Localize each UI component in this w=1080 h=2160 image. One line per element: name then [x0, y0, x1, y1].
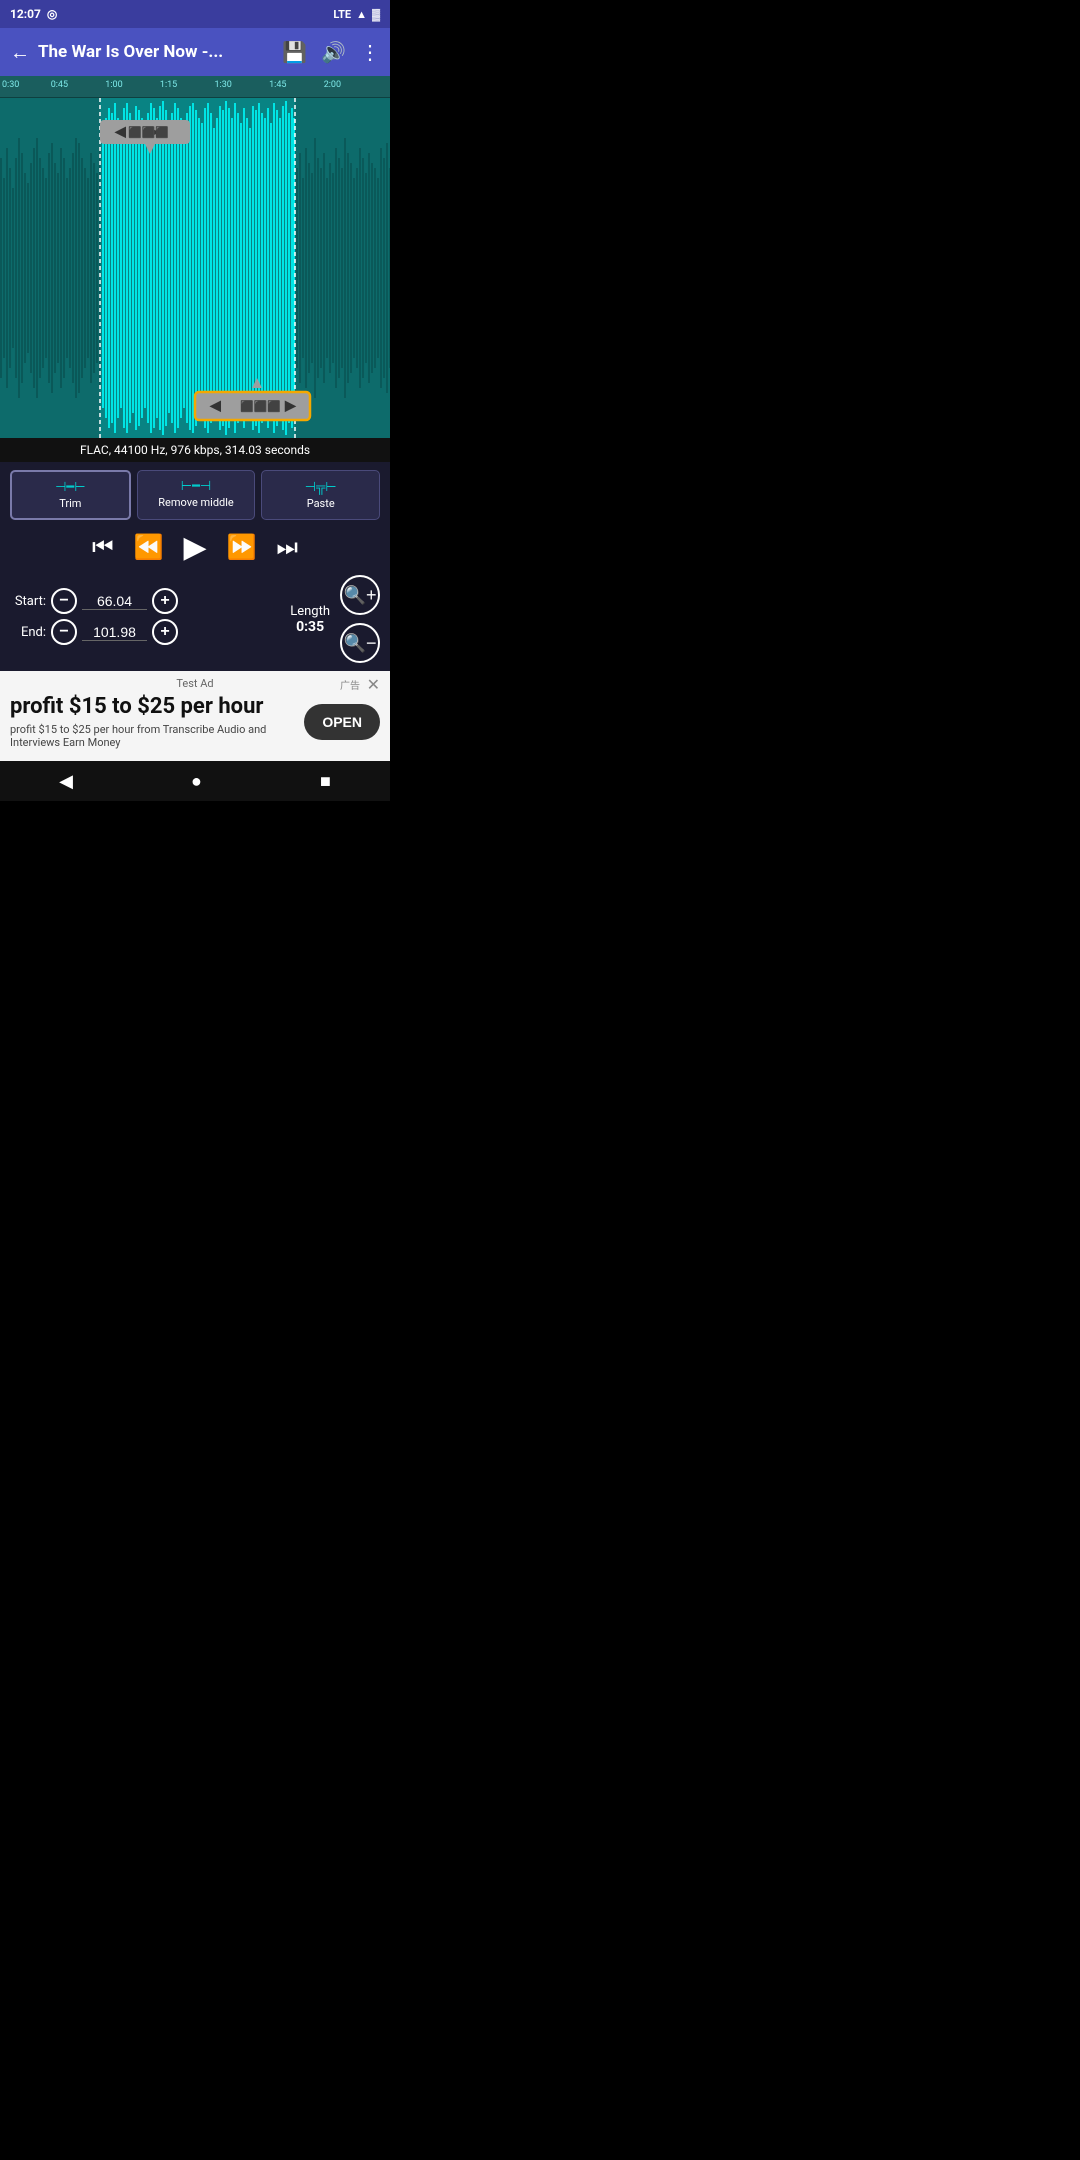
- audio-info-text: FLAC, 44100 Hz, 976 kbps, 314.03 seconds: [80, 443, 310, 457]
- status-bar-right: LTE ▲ ▓: [333, 8, 380, 21]
- start-row: Start: − +: [10, 588, 284, 614]
- ruler-tick-4: 1:30: [215, 80, 232, 90]
- volume-button[interactable]: 🔊: [321, 40, 346, 64]
- top-bar: ← The War Is Over Now -... 💾 🔊 ⋮: [0, 28, 390, 76]
- status-bar-left: 12:07 ◎: [10, 7, 57, 21]
- lte-label: LTE: [333, 8, 351, 21]
- ad-headline: profit $15 to $25 per hour: [10, 694, 294, 720]
- ruler-tick-3: 1:15: [160, 80, 177, 90]
- save-button[interactable]: 💾: [282, 40, 307, 64]
- trim-label: Trim: [59, 497, 81, 510]
- skip-to-start-button[interactable]: ⏮: [92, 534, 114, 562]
- trim-icon: ⊣━⊢: [16, 480, 125, 495]
- battery-icon: ▓: [372, 8, 380, 21]
- recents-nav-button[interactable]: ■: [320, 771, 331, 792]
- signal-icon: ▲: [356, 8, 367, 21]
- rewind-button[interactable]: ⏪: [134, 533, 164, 562]
- start-end-section: Start: − + End: − + Length 0:35 🔍+ 🔍−: [10, 575, 380, 663]
- info-bar: FLAC, 44100 Hz, 976 kbps, 314.03 seconds: [0, 438, 390, 462]
- svg-text:◀: ◀: [114, 124, 126, 140]
- ad-test-label: Test Ad: [10, 677, 380, 690]
- start-value-input[interactable]: [82, 593, 147, 610]
- play-button[interactable]: ▶: [183, 530, 206, 565]
- length-label: Length: [290, 604, 330, 619]
- ruler-tick-2: 1:00: [105, 80, 122, 90]
- ad-open-button[interactable]: OPEN: [304, 704, 380, 740]
- paste-button[interactable]: ⊣╦⊢ Paste: [261, 470, 380, 520]
- notification-icon: ◎: [47, 7, 57, 21]
- status-bar: 12:07 ◎ LTE ▲ ▓: [0, 0, 390, 28]
- svg-text:◀: ◀: [209, 398, 221, 414]
- start-end-fields: Start: − + End: − +: [10, 588, 284, 650]
- time-display: 12:07: [10, 7, 41, 21]
- end-plus-button[interactable]: +: [152, 619, 178, 645]
- top-bar-icons: 💾 🔊 ⋮: [282, 40, 380, 64]
- zoom-out-button[interactable]: 🔍−: [340, 623, 380, 663]
- ruler-tick-1: 0:45: [51, 80, 68, 90]
- paste-label: Paste: [307, 497, 335, 510]
- ad-label: 广告: [340, 677, 360, 692]
- start-plus-button[interactable]: +: [152, 588, 178, 614]
- bottom-nav: ◀ ● ■: [0, 761, 390, 801]
- end-value-input[interactable]: [82, 624, 147, 641]
- ad-banner: Test Ad 广告 ✕ profit $15 to $25 per hour …: [0, 671, 390, 761]
- start-label: Start:: [10, 594, 46, 609]
- playback-controls: ⏮ ⏪ ▶ ⏩ ⏭: [10, 530, 380, 565]
- ruler-tick-6: 2:00: [324, 80, 341, 90]
- end-minus-button[interactable]: −: [51, 619, 77, 645]
- svg-text:⬛⬛⬛: ⬛⬛⬛: [240, 400, 281, 413]
- length-value: 0:35: [296, 619, 324, 635]
- ad-body: profit $15 to $25 per hour from Transcri…: [10, 723, 294, 749]
- back-button[interactable]: ←: [10, 40, 30, 65]
- timeline-ruler: 0:30 0:45 1:00 1:15 1:30 1:45 2:00: [0, 76, 390, 98]
- trim-button[interactable]: ⊣━⊢ Trim: [10, 470, 131, 520]
- waveform-svg: ◀ ▶ ⬛⬛⬛ ◀ ▶ ⬛⬛⬛: [0, 98, 390, 438]
- zoom-in-button[interactable]: 🔍+: [340, 575, 380, 615]
- paste-icon: ⊣╦⊢: [266, 479, 375, 495]
- length-section: Length 0:35: [290, 604, 330, 635]
- ad-close-button[interactable]: ✕: [367, 675, 380, 694]
- svg-text:⬛⬛⬛: ⬛⬛⬛: [128, 126, 169, 139]
- controls-section: ⊣━⊢ Trim ⊢━⊣ Remove middle ⊣╦⊢ Paste ⏮ ⏪…: [0, 462, 390, 671]
- end-label: End:: [10, 625, 46, 640]
- back-nav-button[interactable]: ◀: [59, 771, 73, 792]
- svg-text:▶: ▶: [284, 398, 297, 414]
- more-button[interactable]: ⋮: [360, 40, 380, 64]
- zoom-section: 🔍+ 🔍−: [340, 575, 380, 663]
- remove-middle-label: Remove middle: [158, 496, 234, 509]
- ruler-tick-5: 1:45: [269, 80, 286, 90]
- remove-middle-icon: ⊢━⊣: [142, 479, 251, 494]
- skip-to-end-button[interactable]: ⏭: [276, 534, 298, 562]
- ruler-tick-0: 0:30: [2, 80, 19, 90]
- ad-content: profit $15 to $25 per hour profit $15 to…: [10, 694, 380, 749]
- fast-forward-button[interactable]: ⏩: [227, 533, 257, 562]
- mode-buttons: ⊣━⊢ Trim ⊢━⊣ Remove middle ⊣╦⊢ Paste: [10, 470, 380, 520]
- start-minus-button[interactable]: −: [51, 588, 77, 614]
- end-row: End: − +: [10, 619, 284, 645]
- home-nav-button[interactable]: ●: [191, 771, 202, 792]
- waveform-container[interactable]: ◀ ▶ ⬛⬛⬛ ◀ ▶ ⬛⬛⬛: [0, 98, 390, 438]
- remove-middle-button[interactable]: ⊢━⊣ Remove middle: [137, 470, 256, 520]
- ad-text-section: profit $15 to $25 per hour profit $15 to…: [10, 694, 294, 749]
- page-title: The War Is Over Now -...: [38, 42, 274, 62]
